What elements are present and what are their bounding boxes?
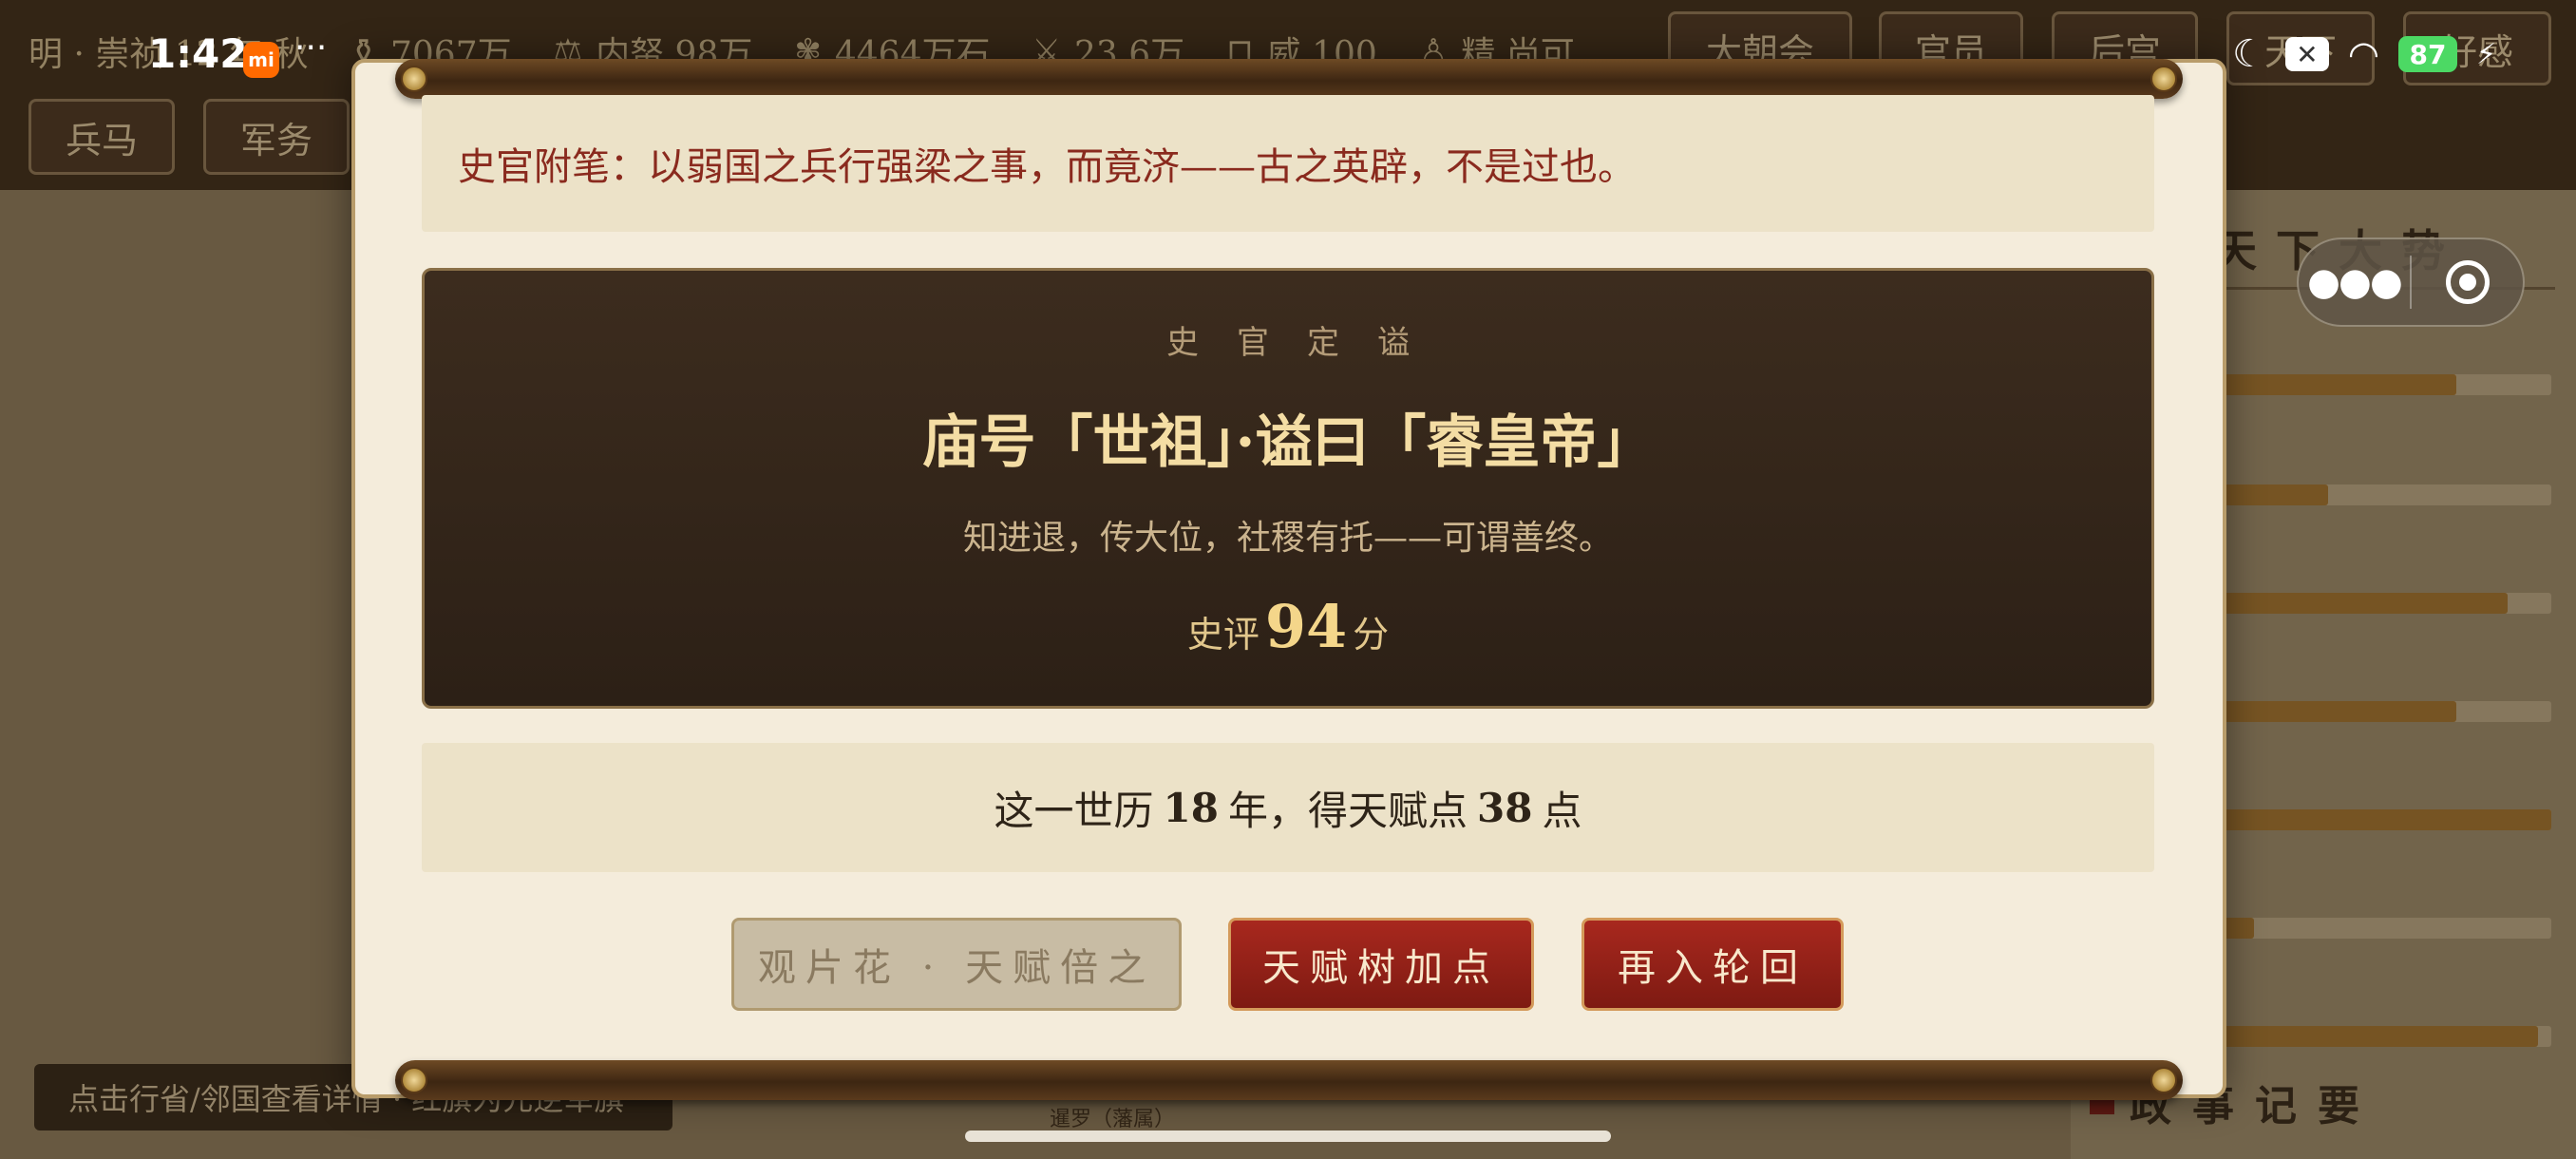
more-notifications-icon: ··· [294, 28, 328, 67]
summary-mid: 年，得天赋点 [1227, 787, 1468, 834]
watch-ad-double-button[interactable]: 观片花 · 天赋倍之 [731, 918, 1182, 1011]
target-dot [2458, 274, 2476, 291]
muted-icon: ✕ [2284, 37, 2329, 71]
home-indicator[interactable] [965, 1130, 1611, 1142]
battery-icon: 87 [2398, 36, 2458, 72]
wifi-icon: ◠ [2347, 33, 2380, 75]
moon-icon: ☾ [2232, 32, 2266, 76]
score-suffix: 分 [1353, 614, 1390, 656]
talent-points: 38 [1477, 784, 1533, 831]
reign-years: 18 [1163, 784, 1219, 831]
summary-suffix: 点 [1542, 787, 1582, 834]
rod-knob-right [2150, 66, 2177, 92]
reincarnate-button[interactable]: 再入轮回 [1582, 918, 1844, 1011]
mi-notification-icon: mi [243, 42, 279, 78]
talent-tree-button[interactable]: 天赋树加点 [1228, 918, 1534, 1011]
reign-summary: 这一世历 18 年，得天赋点 38 点 [422, 743, 2154, 872]
summary-prefix: 这一世历 [994, 787, 1154, 834]
charging-icon: ⚡ [2476, 37, 2497, 71]
more-options-icon[interactable]: ●●● [2299, 260, 2410, 304]
scroll-bottom-rod [395, 1060, 2183, 1100]
close-miniprogram-button[interactable] [2412, 260, 2523, 304]
status-time: 1:42 [148, 30, 248, 77]
verdict-comment: 知进退，传大位，社稷有托——可谓善终。 [962, 519, 1613, 558]
score-value: 94 [1264, 592, 1348, 661]
rod-knob-left [401, 1067, 427, 1093]
historian-note: 史官附笔：以弱国之兵行强梁之事，而竟济——古之英辟，不是过也。 [422, 95, 2154, 232]
verdict-heading: 史官定谥 [1166, 324, 1448, 362]
status-right: ☾ ✕ ◠ 87 ⚡ [2232, 32, 2496, 76]
miniprogram-capsule: ●●● [2297, 238, 2525, 327]
verdict-panel: 史官定谥 庙号「世祖」·谥曰「睿皇帝」 知进退，传大位，社稷有托——可谓善终。 … [422, 268, 2154, 709]
history-score: 史评94 分 [425, 592, 2151, 661]
rod-knob-right [2150, 1067, 2177, 1093]
posthumous-title: 庙号「世祖」·谥曰「睿皇帝」 [921, 409, 1655, 476]
rod-knob-left [401, 66, 427, 92]
score-prefix: 史评 [1186, 614, 1260, 656]
scroll-top-rod [395, 59, 2183, 99]
target-icon [2445, 260, 2490, 304]
